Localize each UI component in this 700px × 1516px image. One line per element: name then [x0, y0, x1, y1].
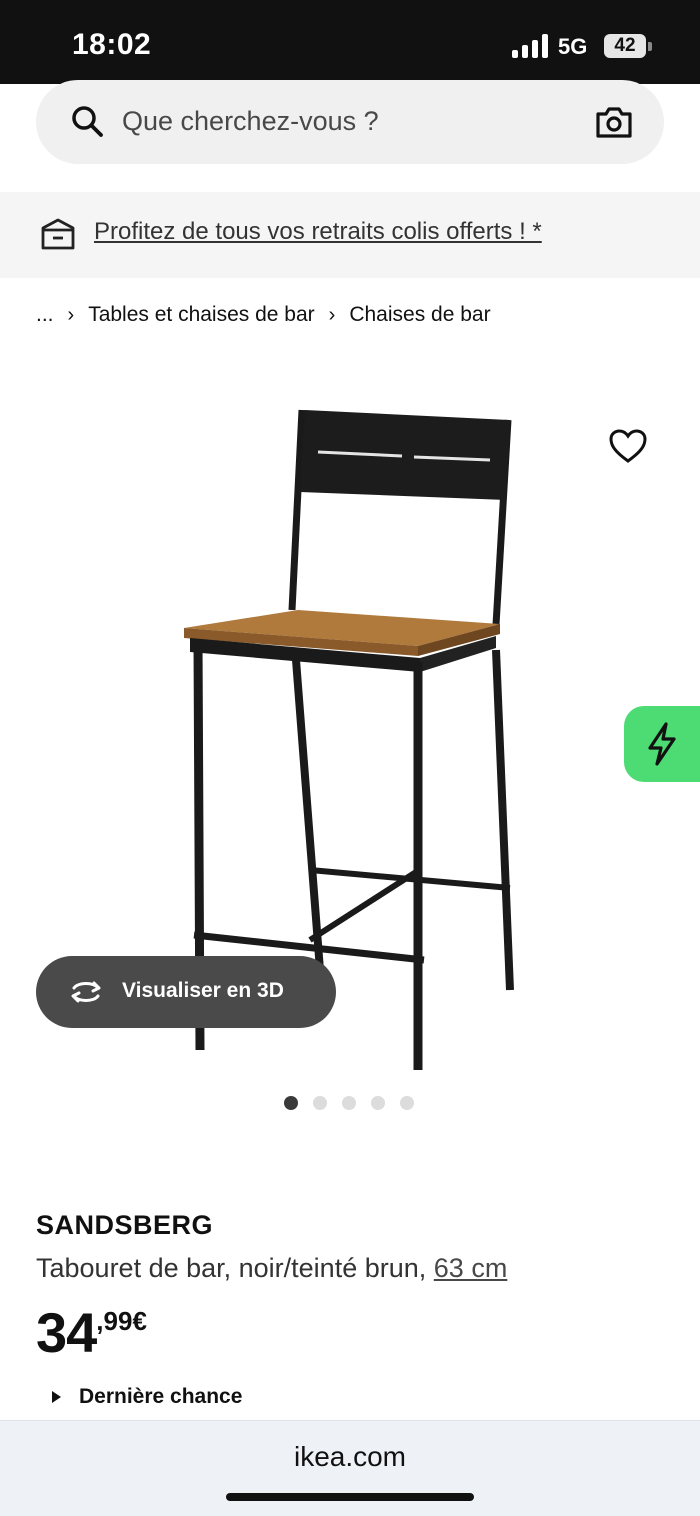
parcel-icon	[41, 218, 75, 250]
battery-tip	[648, 42, 652, 51]
camera-icon[interactable]	[594, 102, 634, 142]
product-description-text: Tabouret de bar, noir/teinté brun,	[36, 1253, 427, 1283]
breadcrumb-item[interactable]: Tables et chaises de bar	[88, 303, 314, 327]
url-text[interactable]: ikea.com	[0, 1441, 700, 1473]
product-size-link[interactable]: 63 cm	[434, 1253, 508, 1283]
breadcrumb-item[interactable]: Chaises de bar	[349, 303, 490, 327]
home-indicator[interactable]	[226, 1493, 474, 1501]
breadcrumb: ... › Tables et chaises de bar › Chaises…	[36, 303, 491, 327]
search-input[interactable]: Que cherchez-vous ?	[122, 106, 379, 137]
product-name: SANDSBERG	[36, 1210, 214, 1240]
product-description: Tabouret de bar, noir/teinté brun, 63 cm	[36, 1253, 507, 1284]
promo-banner[interactable]: Profitez de tous vos retraits colis offe…	[0, 192, 700, 278]
rotate-3d-icon	[71, 981, 101, 1003]
last-chance-toggle[interactable]: Dernière chance	[52, 1385, 242, 1409]
view-3d-button[interactable]: Visualiser en 3D	[36, 956, 336, 1028]
signal-icon	[512, 34, 548, 58]
view-3d-label: Visualiser en 3D	[122, 979, 284, 1002]
browser-address-bar[interactable]: ikea.com	[0, 1420, 700, 1516]
triangle-right-icon	[52, 1391, 61, 1403]
status-time: 18:02	[72, 28, 152, 61]
breadcrumb-ellipsis[interactable]: ...	[36, 303, 54, 327]
last-chance-label: Dernière chance	[79, 1385, 243, 1408]
network-type: 5G	[558, 34, 588, 59]
carousel-dot[interactable]	[371, 1096, 385, 1110]
carousel-dots[interactable]	[284, 1096, 414, 1110]
status-bar: 18:02 5G 42	[0, 0, 700, 84]
price-integer: 34	[36, 1301, 97, 1364]
battery-icon: 42	[604, 34, 646, 58]
search-bar[interactable]: Que cherchez-vous ?	[36, 80, 664, 164]
lightning-icon	[648, 722, 676, 766]
heart-icon[interactable]	[608, 428, 648, 464]
promo-link[interactable]: Profitez de tous vos retraits colis offe…	[94, 218, 542, 246]
carousel-dot[interactable]	[400, 1096, 414, 1110]
product-price: 34,99€	[36, 1300, 147, 1365]
carousel-dot[interactable]	[284, 1096, 298, 1110]
chevron-right-icon: ›	[328, 303, 336, 326]
carousel-dot[interactable]	[342, 1096, 356, 1110]
search-icon	[72, 106, 103, 137]
price-decimal: ,99€	[96, 1306, 147, 1336]
chevron-right-icon: ›	[67, 303, 75, 326]
carousel-dot[interactable]	[313, 1096, 327, 1110]
flash-button[interactable]	[624, 706, 700, 782]
